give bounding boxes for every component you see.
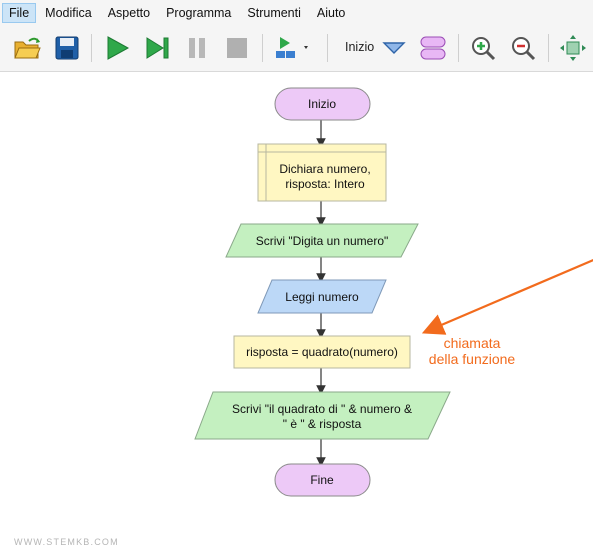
toolbar: Inizio <box>0 25 593 72</box>
output-prompt-label: Scrivi "Digita un numero" <box>256 234 389 248</box>
output-result-label-line2: " è " & risposta <box>283 417 362 431</box>
step-icon[interactable] <box>142 33 172 63</box>
open-folder-icon[interactable] <box>12 33 42 63</box>
annotation-arrow <box>421 258 593 335</box>
assignment-block[interactable]: risposta = quadrato(numero) <box>233 335 411 369</box>
annotation-line1: chiamata <box>444 335 501 351</box>
menu-bar: File Modifica Aspetto Programma Strument… <box>0 0 593 25</box>
menu-aiuto[interactable]: Aiuto <box>310 3 353 23</box>
zoom-in-icon[interactable] <box>468 33 498 63</box>
toolbar-separator <box>91 34 92 62</box>
menu-strumenti[interactable]: Strumenti <box>240 3 308 23</box>
run-mode-dropdown-icon[interactable] <box>271 33 315 63</box>
terminal-shape-icon[interactable] <box>418 33 448 63</box>
output-block-result[interactable]: Scrivi "il quadrato di " & numero & " è … <box>194 391 451 440</box>
input-block[interactable]: Leggi numero <box>257 279 387 314</box>
toolbar-separator <box>548 34 549 62</box>
input-label: Leggi numero <box>285 290 359 304</box>
end-label: Fine <box>310 473 334 487</box>
watermark: WWW.STEMKB.COM <box>14 537 119 547</box>
output-block-prompt[interactable]: Scrivi "Digita un numero" <box>225 223 419 258</box>
run-icon[interactable] <box>102 33 132 63</box>
save-icon[interactable] <box>52 33 82 63</box>
declare-label-line1: Dichiara numero, <box>279 162 370 176</box>
output-result-label-line1: Scrivi "il quadrato di " & numero & <box>232 402 412 416</box>
toolbar-separator <box>458 34 459 62</box>
menu-aspetto[interactable]: Aspetto <box>101 3 157 23</box>
fit-view-icon[interactable] <box>558 33 588 63</box>
annotation-line2: della funzione <box>429 351 516 367</box>
zoom-out-icon[interactable] <box>508 33 538 63</box>
menu-programma[interactable]: Programma <box>159 3 238 23</box>
shape-selector-label[interactable]: Inizio <box>345 40 374 54</box>
shape-dropdown-icon[interactable] <box>379 33 409 63</box>
declare-label-line2: risposta: Intero <box>285 177 365 191</box>
assignment-label: risposta = quadrato(numero) <box>246 345 398 359</box>
menu-file[interactable]: File <box>2 2 37 23</box>
declare-block[interactable]: Dichiara numero, risposta: Intero <box>257 143 387 202</box>
stop-icon[interactable] <box>222 33 252 63</box>
end-terminal[interactable]: Fine <box>274 463 371 497</box>
pause-icon[interactable] <box>182 33 212 63</box>
flowchart-canvas[interactable]: Inizio Dichiara numero, risposta: Intero… <box>0 72 593 559</box>
menu-modifica[interactable]: Modifica <box>38 3 99 23</box>
toolbar-separator <box>327 34 328 62</box>
start-terminal[interactable]: Inizio <box>274 87 371 121</box>
start-label: Inizio <box>308 97 336 111</box>
flowchart-diagram: Inizio Dichiara numero, risposta: Intero… <box>194 87 593 497</box>
toolbar-separator <box>262 34 263 62</box>
